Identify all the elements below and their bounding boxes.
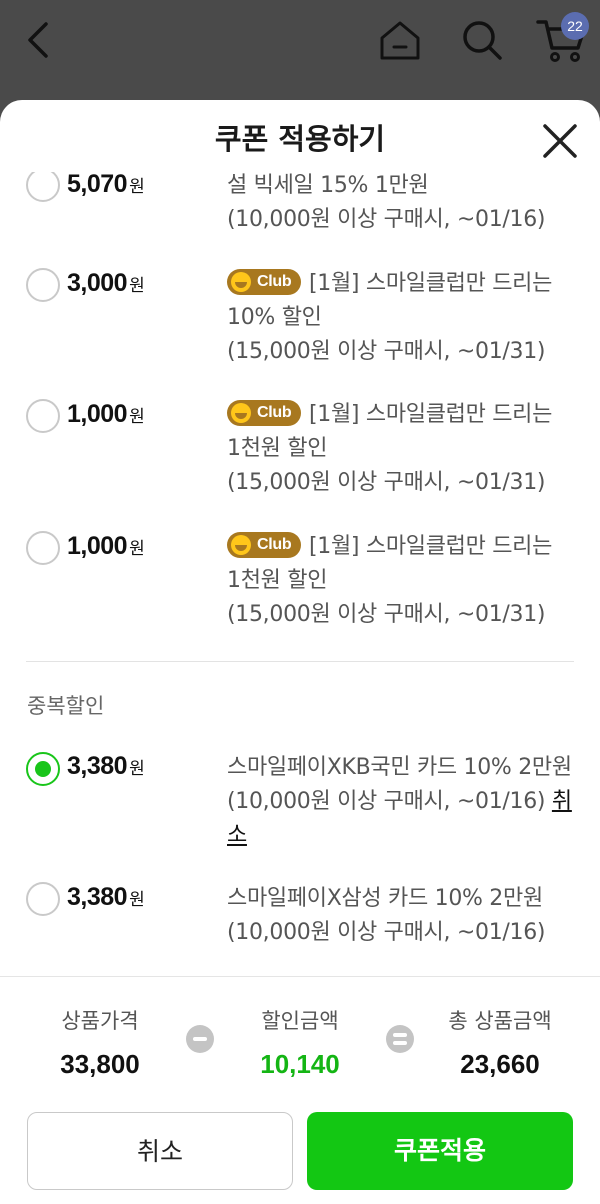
discount-value: 10,140 [260, 1049, 340, 1079]
coupon-description: 스마일페이X삼성 카드 10% 2만원 (10,000원 이상 구매시, ~01… [227, 882, 577, 950]
coupon-radio[interactable] [26, 399, 60, 433]
total-label: 총 상품금액 [448, 1009, 552, 1033]
sheet-title: 쿠폰 적용하기 [214, 122, 386, 156]
coupon-sheet: 쿠폰 적용하기 5,070 원 설 빅세일 15% 1만원 (10,000원 이상… [0, 100, 600, 1204]
smile-icon [231, 535, 251, 555]
club-badge: Club [227, 269, 301, 295]
coupon-radio[interactable] [26, 268, 60, 302]
coupon-desc-line: 스마일페이X삼성 카드 10% 2만원 [227, 886, 543, 911]
coupon-desc-line: 스마일페이XKB국민 카드 10% 2만원 [227, 755, 572, 780]
search-icon[interactable] [458, 16, 506, 64]
coupon-amount: 5,070 원 [67, 172, 145, 198]
coupon-amount: 3,380 원 [67, 883, 145, 911]
coupon-condition: (15,000원 이상 구매시, ~01/31) [227, 470, 546, 495]
price-summary: 상품가격 33,800 할인금액 10,140 총 상품금액 23,660 취소… [0, 976, 600, 1204]
coupon-description: Club [1월] 스마일클럽만 드리는 1천원 할인 (15,000원 이상 구… [227, 398, 577, 500]
coupon-description: Club [1월] 스마일클럽만 드리는 10% 할인 (15,000원 이상 구… [227, 267, 577, 369]
coupon-condition: (10,000원 이상 구매시, ~01/16) [227, 207, 546, 232]
cancel-coupon-link[interactable]: 취 [552, 789, 572, 814]
coupon-desc-line: 1천원 할인 [227, 568, 328, 593]
total-value: 23,660 [460, 1049, 540, 1079]
coupon-condition: (15,000원 이상 구매시, ~01/31) [227, 602, 546, 627]
coupon-desc-line: 10% 할인 [227, 305, 322, 330]
club-badge: Club [227, 532, 301, 558]
coupon-amount: 1,000 원 [67, 400, 145, 428]
coupon-radio[interactable] [26, 172, 60, 202]
smile-icon [231, 403, 251, 423]
total-price: 총 상품금액 23,660 [410, 1005, 590, 1080]
back-icon[interactable] [22, 20, 58, 60]
coupon-desc-line: [1월] 스마일클럽만 드리는 [309, 271, 553, 296]
coupon-amount: 1,000 원 [67, 532, 145, 560]
home-icon[interactable] [376, 16, 424, 64]
smile-icon [231, 272, 251, 292]
cart-count-badge: 22 [561, 12, 589, 40]
coupon-desc-line: [1월] 스마일클럽만 드리는 [309, 402, 553, 427]
coupon-condition: (15,000원 이상 구매시, ~01/31) [227, 339, 546, 364]
coupon-desc-line: 설 빅세일 15% 1만원 [227, 173, 429, 198]
section-divider [26, 661, 574, 662]
coupon-desc-line: [1월] 스마일클럽만 드리는 [309, 534, 553, 559]
apply-coupon-button[interactable]: 쿠폰적용 [307, 1112, 573, 1190]
product-price-value: 33,800 [60, 1049, 140, 1079]
top-app-bar: 22 [0, 0, 600, 100]
coupon-desc-line: 1천원 할인 [227, 436, 328, 461]
coupon-list[interactable]: 5,070 원 설 빅세일 15% 1만원 (10,000원 이상 구매시, ~0… [0, 172, 600, 976]
coupon-description: 스마일페이XKB국민 카드 10% 2만원 (10,000원 이상 구매시, ~… [227, 751, 577, 853]
coupon-radio-selected[interactable] [26, 752, 60, 786]
coupon-description: 설 빅세일 15% 1만원 (10,000원 이상 구매시, ~01/16) [227, 172, 577, 237]
coupon-radio[interactable] [26, 531, 60, 565]
discount-label: 할인금액 [261, 1009, 339, 1033]
club-badge: Club [227, 400, 301, 426]
coupon-description: Club [1월] 스마일클럽만 드리는 1천원 할인 (15,000원 이상 구… [227, 530, 577, 632]
duplicate-discount-label: 중복할인 [27, 694, 105, 718]
product-price-label: 상품가격 [61, 1009, 139, 1033]
close-icon[interactable] [541, 122, 579, 160]
discount-amount: 할인금액 10,140 [210, 1005, 390, 1080]
coupon-condition: (10,000원 이상 구매시, ~01/16) [227, 920, 546, 945]
coupon-amount: 3,000 원 [67, 269, 145, 297]
coupon-radio[interactable] [26, 882, 60, 916]
cancel-button[interactable]: 취소 [27, 1112, 293, 1190]
cancel-coupon-link[interactable]: 소 [227, 823, 247, 848]
product-price: 상품가격 33,800 [10, 1005, 190, 1080]
coupon-condition: (10,000원 이상 구매시, ~01/16) [227, 789, 546, 814]
coupon-amount: 3,380 원 [67, 752, 145, 780]
